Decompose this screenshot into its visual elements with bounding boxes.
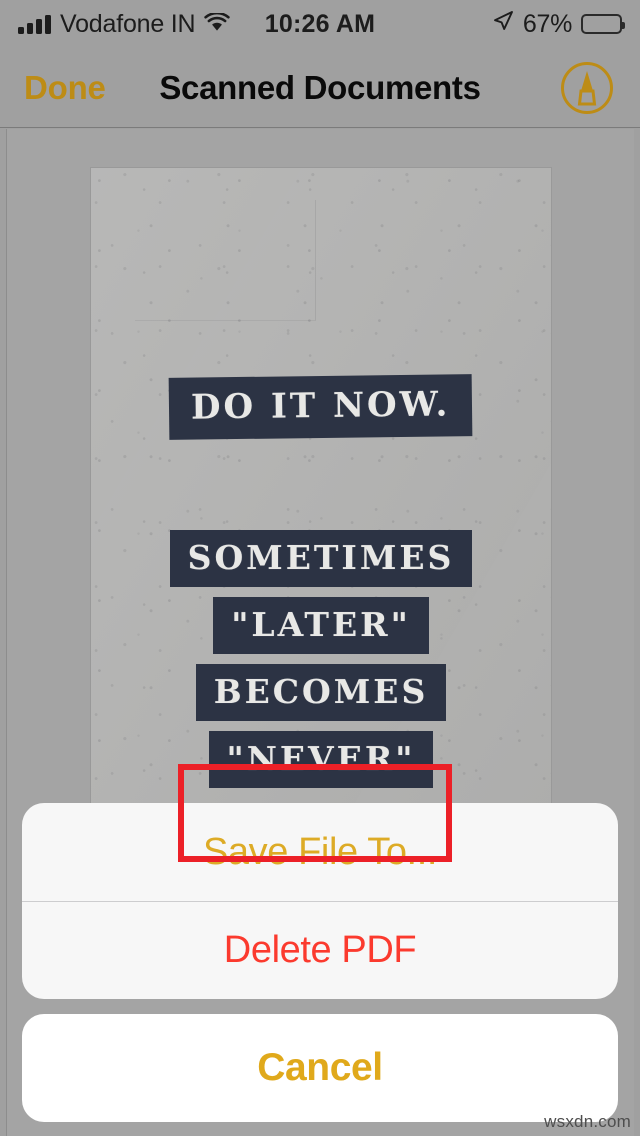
save-file-to-button[interactable]: Save File To... <box>22 803 618 901</box>
scanned-page-image[interactable]: DO IT NOW. SOMETIMES "LATER" BECOMES "NE… <box>91 168 551 828</box>
status-bar: Vodafone IN 10:26 AM 67% <box>0 0 640 48</box>
wifi-icon <box>204 10 231 39</box>
location-arrow-icon <box>492 10 514 39</box>
status-bar-right: 67% <box>492 9 625 39</box>
action-sheet: Save File To... Delete PDF Cancel <box>0 803 640 1136</box>
battery-percent-label: 67% <box>522 9 572 38</box>
delete-pdf-button[interactable]: Delete PDF <box>22 901 618 999</box>
poster-line-2: SOMETIMES <box>169 530 473 587</box>
markup-pen-icon[interactable] <box>558 59 616 117</box>
done-button[interactable]: Done <box>24 69 106 107</box>
poster-text-block: DO IT NOW. SOMETIMES "LATER" BECOMES "NE… <box>91 168 551 788</box>
battery-icon <box>581 14 625 34</box>
carrier-label: Vodafone IN <box>60 9 196 38</box>
watermark-label: wsxdn.com <box>544 1112 631 1131</box>
navigation-bar: Done Scanned Documents <box>0 48 640 128</box>
cancel-button[interactable]: Cancel <box>22 1014 618 1122</box>
status-bar-left: Vodafone IN <box>18 9 231 39</box>
action-sheet-cancel-group: Cancel <box>22 1014 618 1122</box>
cellular-signal-icon <box>18 14 51 34</box>
action-sheet-actions-group: Save File To... Delete PDF <box>22 803 618 999</box>
iphone-screen: DO IT NOW. SOMETIMES "LATER" BECOMES "NE… <box>0 0 640 1136</box>
poster-line-5: "NEVER" <box>208 731 434 788</box>
poster-line-3: "LATER" <box>213 597 429 654</box>
poster-line-1: DO IT NOW. <box>168 374 474 440</box>
poster-line-4: BECOMES <box>195 664 447 721</box>
